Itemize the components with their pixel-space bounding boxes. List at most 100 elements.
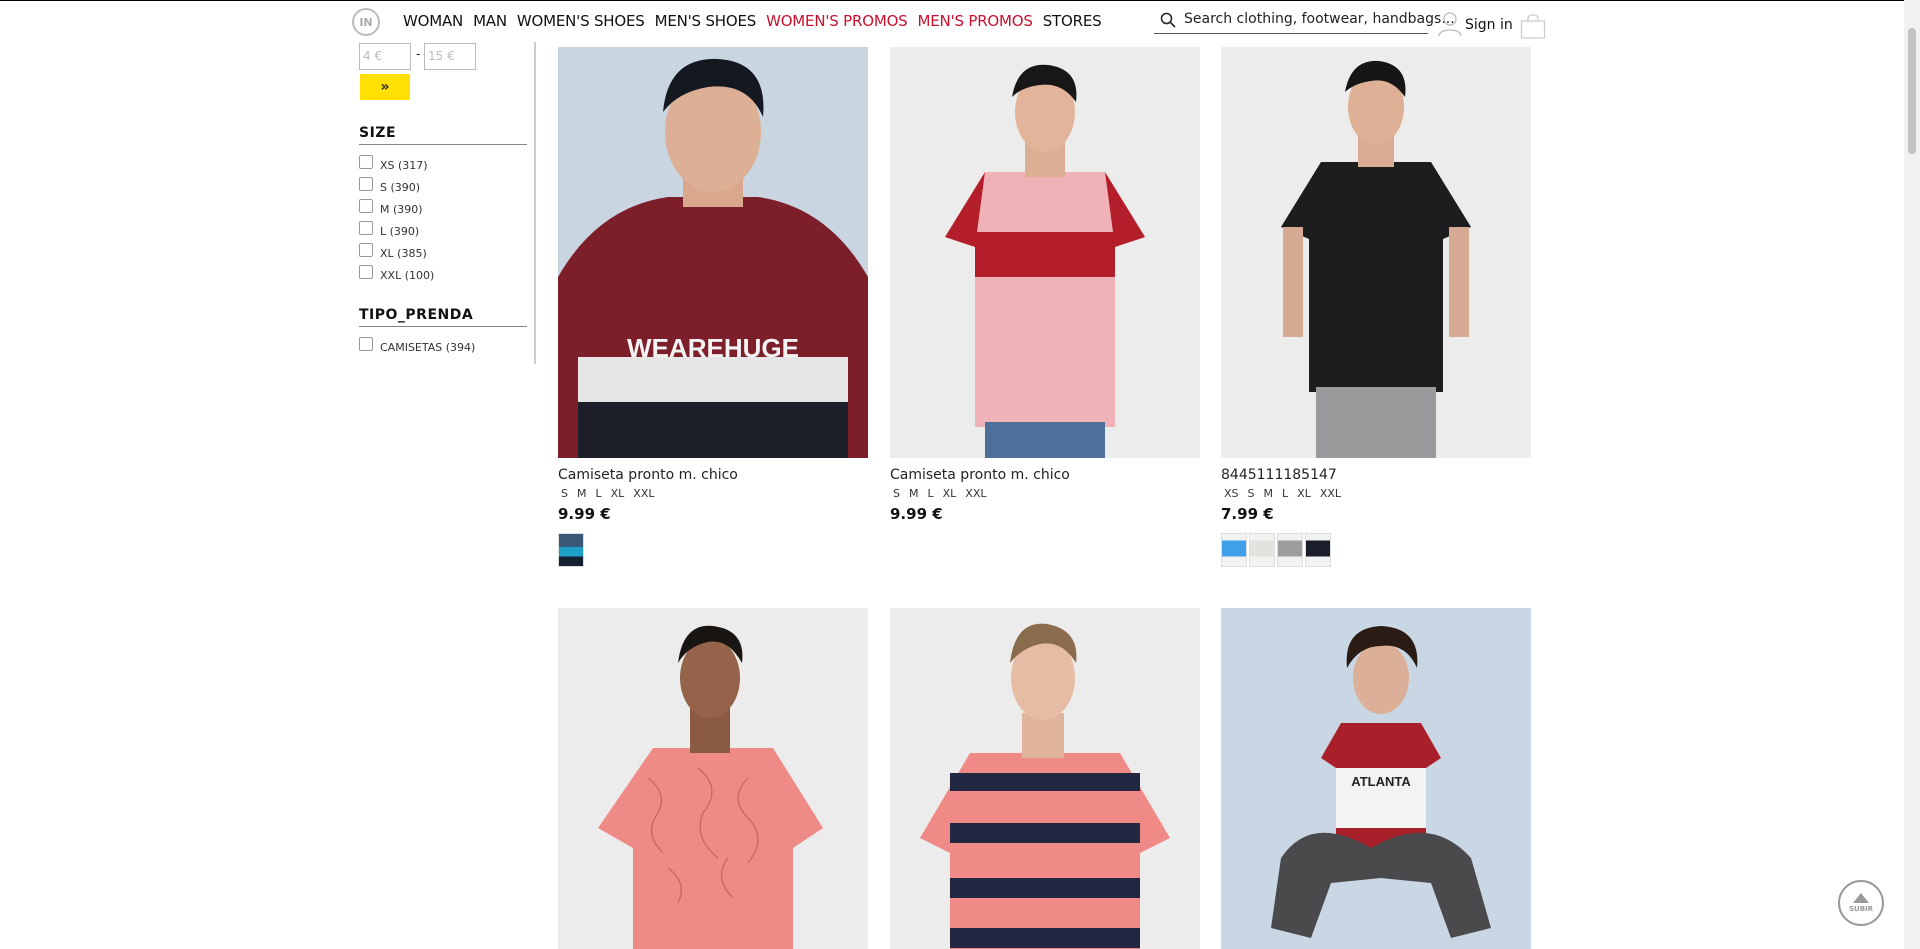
size-label: XL [942,487,957,500]
checkbox[interactable] [359,155,373,169]
product-photo [890,47,1200,458]
user-icon[interactable] [1438,11,1462,37]
product-price: 9.99 € [558,505,611,523]
nav-womens-promos[interactable]: WOMEN'S PROMOS [766,12,908,30]
signin-link[interactable]: Sign in [1465,17,1513,33]
nav-mens-promos[interactable]: MEN'S PROMOS [918,12,1033,30]
size-label: XXL [633,487,655,500]
color-swatch[interactable] [1221,533,1247,567]
nav-stores[interactable]: STORES [1043,12,1102,30]
product-image[interactable] [890,608,1200,949]
tipo-option-label: CAMISETAS (394) [380,340,476,354]
size-option-label: S (390) [380,180,421,194]
size-option-label: M (390) [380,202,423,216]
search-input[interactable]: Search clothing, footwear, handbags... [1184,11,1455,27]
product-photo: WEAREHUGE [558,47,868,458]
product-image[interactable]: ATLANTA [1221,608,1531,949]
tipo-prenda-filter-title: TIPO_PRENDA [359,307,527,327]
size-label: L [1282,487,1289,500]
site-header: IN WOMAN MAN WOMEN'S SHOES MEN'S SHOES W… [0,1,1904,41]
size-option-label: L (390) [380,224,420,238]
size-option-xxl[interactable]: XXL (100) [359,264,434,286]
size-label: S [893,487,900,500]
brand-logo[interactable]: IN [352,8,380,36]
page-scrollbar[interactable] [1904,0,1920,949]
nav-woman[interactable]: WOMAN [403,12,463,30]
checkbox[interactable] [359,265,373,279]
size-label: M [908,487,919,500]
nav-mens-shoes[interactable]: MEN'S SHOES [655,12,757,30]
logo-text: IN [359,15,373,29]
svg-text:ATLANTA: ATLANTA [1351,774,1411,789]
product-card[interactable]: ATLANTA [1221,608,1531,949]
scrollbar-thumb[interactable] [1908,28,1916,154]
filter-sidebar: 4 € - 15 € » SIZE XS (317) S (390) M (39… [358,42,536,364]
size-option-m[interactable]: M (390) [359,198,434,220]
product-card[interactable] [890,608,1200,949]
product-card[interactable] [558,608,868,949]
price-apply-button[interactable]: » [360,74,410,100]
product-sizes: XS S M L XL XXL [1224,487,1531,500]
size-label: S [1247,487,1255,500]
product-sizes: S M L XL XXL [561,487,868,500]
color-swatch[interactable] [1249,533,1275,567]
size-label: XL [1297,487,1311,500]
back-to-top-label: SUBIR [1848,905,1874,913]
color-swatches [558,533,868,567]
product-image[interactable] [558,608,868,949]
size-option-label: XXL (100) [380,268,435,282]
size-option-s[interactable]: S (390) [359,176,434,198]
size-label: S [561,487,568,500]
product-card[interactable]: WEAREHUGE Camiseta pronto m. chico S M L… [558,47,868,567]
product-image[interactable]: WEAREHUGE [558,47,868,458]
size-label: M [1263,487,1274,500]
product-title[interactable]: 8445111185147 [1221,467,1531,483]
product-photo [558,608,868,949]
checkbox[interactable] [359,243,373,257]
price-max-input[interactable]: 15 € [424,43,476,70]
nav-womens-shoes[interactable]: WOMEN'S SHOES [517,12,645,30]
size-option-xs[interactable]: XS (317) [359,154,434,176]
size-label: M [576,487,587,500]
arrow-up-icon [1853,893,1869,903]
checkbox[interactable] [359,221,373,235]
color-swatch[interactable] [558,533,584,567]
shopping-bag-icon[interactable] [1520,13,1546,39]
back-to-top-button[interactable]: SUBIR [1838,880,1884,926]
size-filter-title: SIZE [359,125,527,145]
product-sizes: S M L XL XXL [893,487,1200,500]
price-min-input[interactable]: 4 € [359,43,411,70]
size-option-label: XS (317) [380,158,428,172]
product-title[interactable]: Camiseta pronto m. chico [890,467,1200,483]
product-price: 7.99 € [1221,505,1274,523]
checkbox[interactable] [359,177,373,191]
size-label: XXL [1319,487,1342,500]
price-separator: - [416,47,421,62]
product-photo [890,608,1200,949]
color-swatch[interactable] [1305,533,1331,567]
size-option-l[interactable]: L (390) [359,220,434,242]
tipo-option-camisetas[interactable]: CAMISETAS (394) [359,336,475,358]
search-icon[interactable] [1160,12,1176,28]
checkbox[interactable] [359,199,373,213]
size-label: L [595,487,602,500]
product-photo [1221,47,1531,458]
size-option-xl[interactable]: XL (385) [359,242,434,264]
nav-man[interactable]: MAN [473,12,507,30]
svg-text:WEAREHUGE: WEAREHUGE [627,333,799,363]
product-price: 9.99 € [890,505,943,523]
size-label: XL [610,487,625,500]
product-card[interactable]: 8445111185147 XS S M L XL XXL 7.99 € [1221,47,1531,567]
search-box[interactable]: Search clothing, footwear, handbags... [1154,9,1455,34]
size-label: XXL [965,487,987,500]
product-title[interactable]: Camiseta pronto m. chico [558,467,868,483]
product-image[interactable] [1221,47,1531,458]
product-image[interactable] [890,47,1200,458]
checkbox[interactable] [359,337,373,351]
product-photo: ATLANTA [1221,608,1531,949]
size-option-label: XL (385) [380,246,427,260]
size-label: L [927,487,934,500]
color-swatch[interactable] [1277,533,1303,567]
color-swatches [1221,533,1531,567]
product-card[interactable]: Camiseta pronto m. chico S M L XL XXL 9.… [890,47,1200,523]
